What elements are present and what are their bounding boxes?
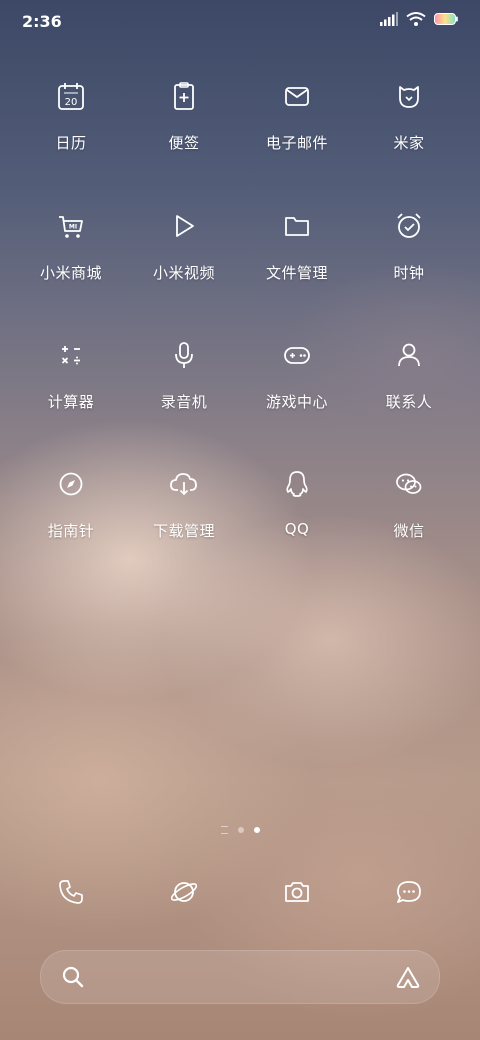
app-label: 指南针 [47, 522, 95, 540]
gamepad-icon [284, 347, 310, 364]
microphone-icon [175, 342, 193, 368]
app-mijia[interactable]: 米家 [353, 80, 465, 153]
app-notes[interactable]: 便签 [128, 80, 240, 153]
app-label: 游戏中心 [265, 393, 328, 411]
calendar-day-number: 20 [65, 97, 78, 108]
play-icon [176, 215, 194, 237]
person-icon [398, 343, 420, 367]
app-label: 日历 [55, 134, 87, 152]
app-label: 电子邮件 [265, 134, 328, 152]
notes-icon [174, 82, 194, 110]
mijia-icon [399, 86, 419, 108]
app-email[interactable]: 电子邮件 [241, 80, 353, 153]
cloud-download-icon [170, 473, 197, 496]
page-dot[interactable] [237, 827, 244, 833]
app-qq[interactable]: QQ [241, 468, 353, 538]
wifi-icon [406, 12, 426, 26]
app-mi-store[interactable]: MI 小米商城 [15, 210, 127, 283]
status-icons [380, 12, 458, 26]
calculator-icon [61, 346, 80, 365]
app-label: 微信 [393, 522, 425, 540]
messages-icon [397, 881, 421, 903]
signal-icon [380, 12, 398, 26]
wechat-icon [396, 473, 422, 494]
camera-icon [285, 882, 309, 902]
page-dot-active[interactable] [253, 827, 260, 833]
app-label: 便签 [168, 134, 200, 152]
app-calendar[interactable]: 20 日历 [15, 80, 127, 153]
app-label: 计算器 [47, 393, 95, 411]
app-wechat[interactable]: 微信 [353, 468, 465, 541]
alarm-clock-icon [397, 213, 421, 238]
dock-browser[interactable] [128, 876, 240, 908]
app-label: 小米商城 [39, 264, 102, 282]
app-calculator[interactable]: 计算器 [15, 339, 127, 412]
battery-icon [434, 13, 458, 25]
shopping-cart-icon: MI [59, 216, 83, 238]
assistant-icon[interactable] [395, 965, 421, 989]
phone-icon [59, 880, 83, 904]
app-compass[interactable]: 指南针 [15, 468, 127, 541]
search-icon [62, 966, 84, 988]
app-file-manager[interactable]: 文件管理 [241, 210, 353, 283]
app-label: 下载管理 [152, 522, 215, 540]
dock-messages[interactable] [353, 876, 465, 908]
status-time: 2:36 [22, 12, 62, 31]
status-bar: 2:36 [0, 0, 480, 44]
app-label: 时钟 [393, 264, 425, 282]
compass-icon [59, 472, 83, 496]
mail-icon [285, 87, 309, 106]
app-mi-video[interactable]: 小米视频 [128, 210, 240, 283]
qq-penguin-icon [286, 471, 308, 497]
folder-icon [285, 217, 309, 236]
page-dot-minus-one[interactable] [220, 826, 228, 834]
app-recorder[interactable]: 录音机 [128, 339, 240, 412]
app-label: 米家 [393, 134, 425, 152]
app-download-manager[interactable]: 下载管理 [128, 468, 240, 541]
app-game-center[interactable]: 游戏中心 [241, 339, 353, 412]
search-bar[interactable] [40, 950, 440, 1004]
svg-text:MI: MI [69, 224, 77, 231]
app-clock[interactable]: 时钟 [353, 210, 465, 283]
app-contacts[interactable]: 联系人 [353, 339, 465, 412]
app-label: QQ [284, 520, 310, 538]
app-label: 小米视频 [152, 264, 215, 282]
dock-phone[interactable] [15, 876, 127, 908]
browser-planet-icon [170, 882, 198, 902]
page-indicator[interactable] [0, 826, 480, 834]
dock-camera[interactable] [241, 876, 353, 908]
calendar-icon: 20 [58, 83, 84, 110]
app-label: 文件管理 [265, 264, 328, 282]
app-label: 联系人 [385, 393, 433, 411]
app-label: 录音机 [160, 393, 208, 411]
